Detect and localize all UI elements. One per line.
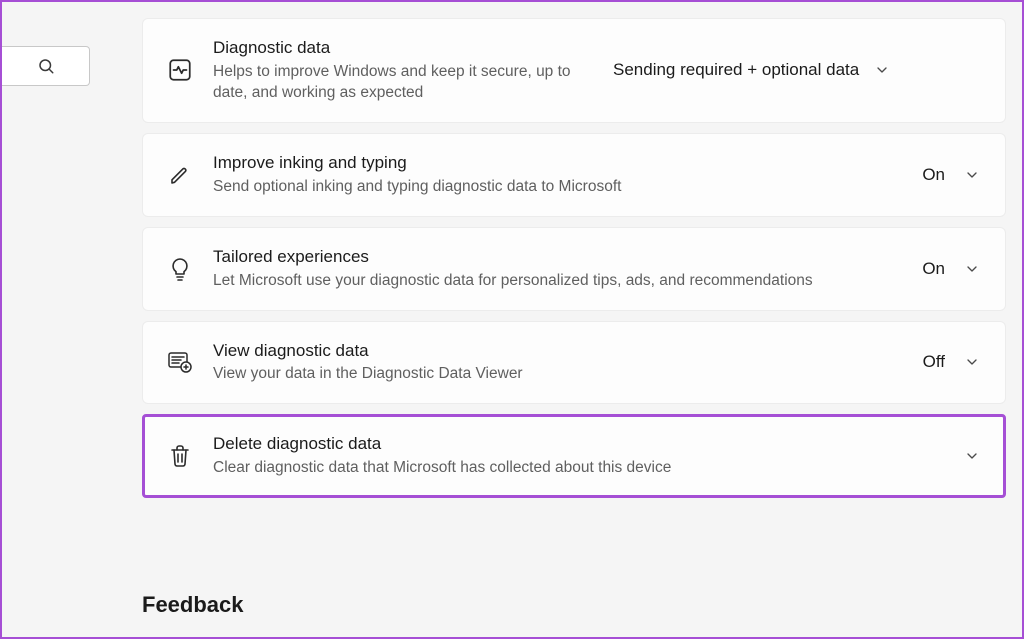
setting-diagnostic-data[interactable]: Diagnostic data Helps to improve Windows… [142,18,1006,123]
chevron-down-icon [963,354,981,370]
setting-delete-diagnostic-data[interactable]: Delete diagnostic data Clear diagnostic … [142,414,1006,498]
heartbeat-icon [157,57,203,83]
setting-tailored-experiences[interactable]: Tailored experiences Let Microsoft use y… [142,227,1006,311]
card-text: Improve inking and typing Send optional … [213,152,922,198]
card-description: Helps to improve Windows and keep it sec… [213,62,601,104]
card-description: Let Microsoft use your diagnostic data f… [213,271,910,292]
card-status: On [922,259,945,279]
card-description: View your data in the Diagnostic Data Vi… [213,364,911,385]
search-box[interactable] [2,46,90,86]
search-icon [37,57,55,75]
lightbulb-icon [157,256,203,282]
settings-list: Diagnostic data Helps to improve Windows… [142,18,1006,498]
chevron-down-icon [963,167,981,183]
chevron-down-icon [873,62,891,78]
card-title: Diagnostic data [213,37,601,60]
pen-icon [157,163,203,187]
card-title: View diagnostic data [213,340,911,363]
card-status: Off [923,352,945,372]
section-heading-feedback: Feedback [142,592,244,618]
card-title: Tailored experiences [213,246,910,269]
chevron-down-icon [963,448,981,464]
setting-improve-inking[interactable]: Improve inking and typing Send optional … [142,133,1006,217]
card-text: Delete diagnostic data Clear diagnostic … [213,433,963,479]
card-title: Delete diagnostic data [213,433,951,456]
chevron-down-icon [963,261,981,277]
card-status: Sending required + optional data [613,60,859,80]
setting-view-diagnostic-data[interactable]: View diagnostic data View your data in t… [142,321,1006,405]
data-viewer-icon [157,350,203,374]
card-description: Send optional inking and typing diagnost… [213,177,910,198]
card-text: View diagnostic data View your data in t… [213,340,923,386]
card-text: Diagnostic data Helps to improve Windows… [213,37,613,104]
card-text: Tailored experiences Let Microsoft use y… [213,246,922,292]
trash-icon [157,443,203,469]
card-description: Clear diagnostic data that Microsoft has… [213,458,951,479]
card-title: Improve inking and typing [213,152,910,175]
card-status: On [922,165,945,185]
